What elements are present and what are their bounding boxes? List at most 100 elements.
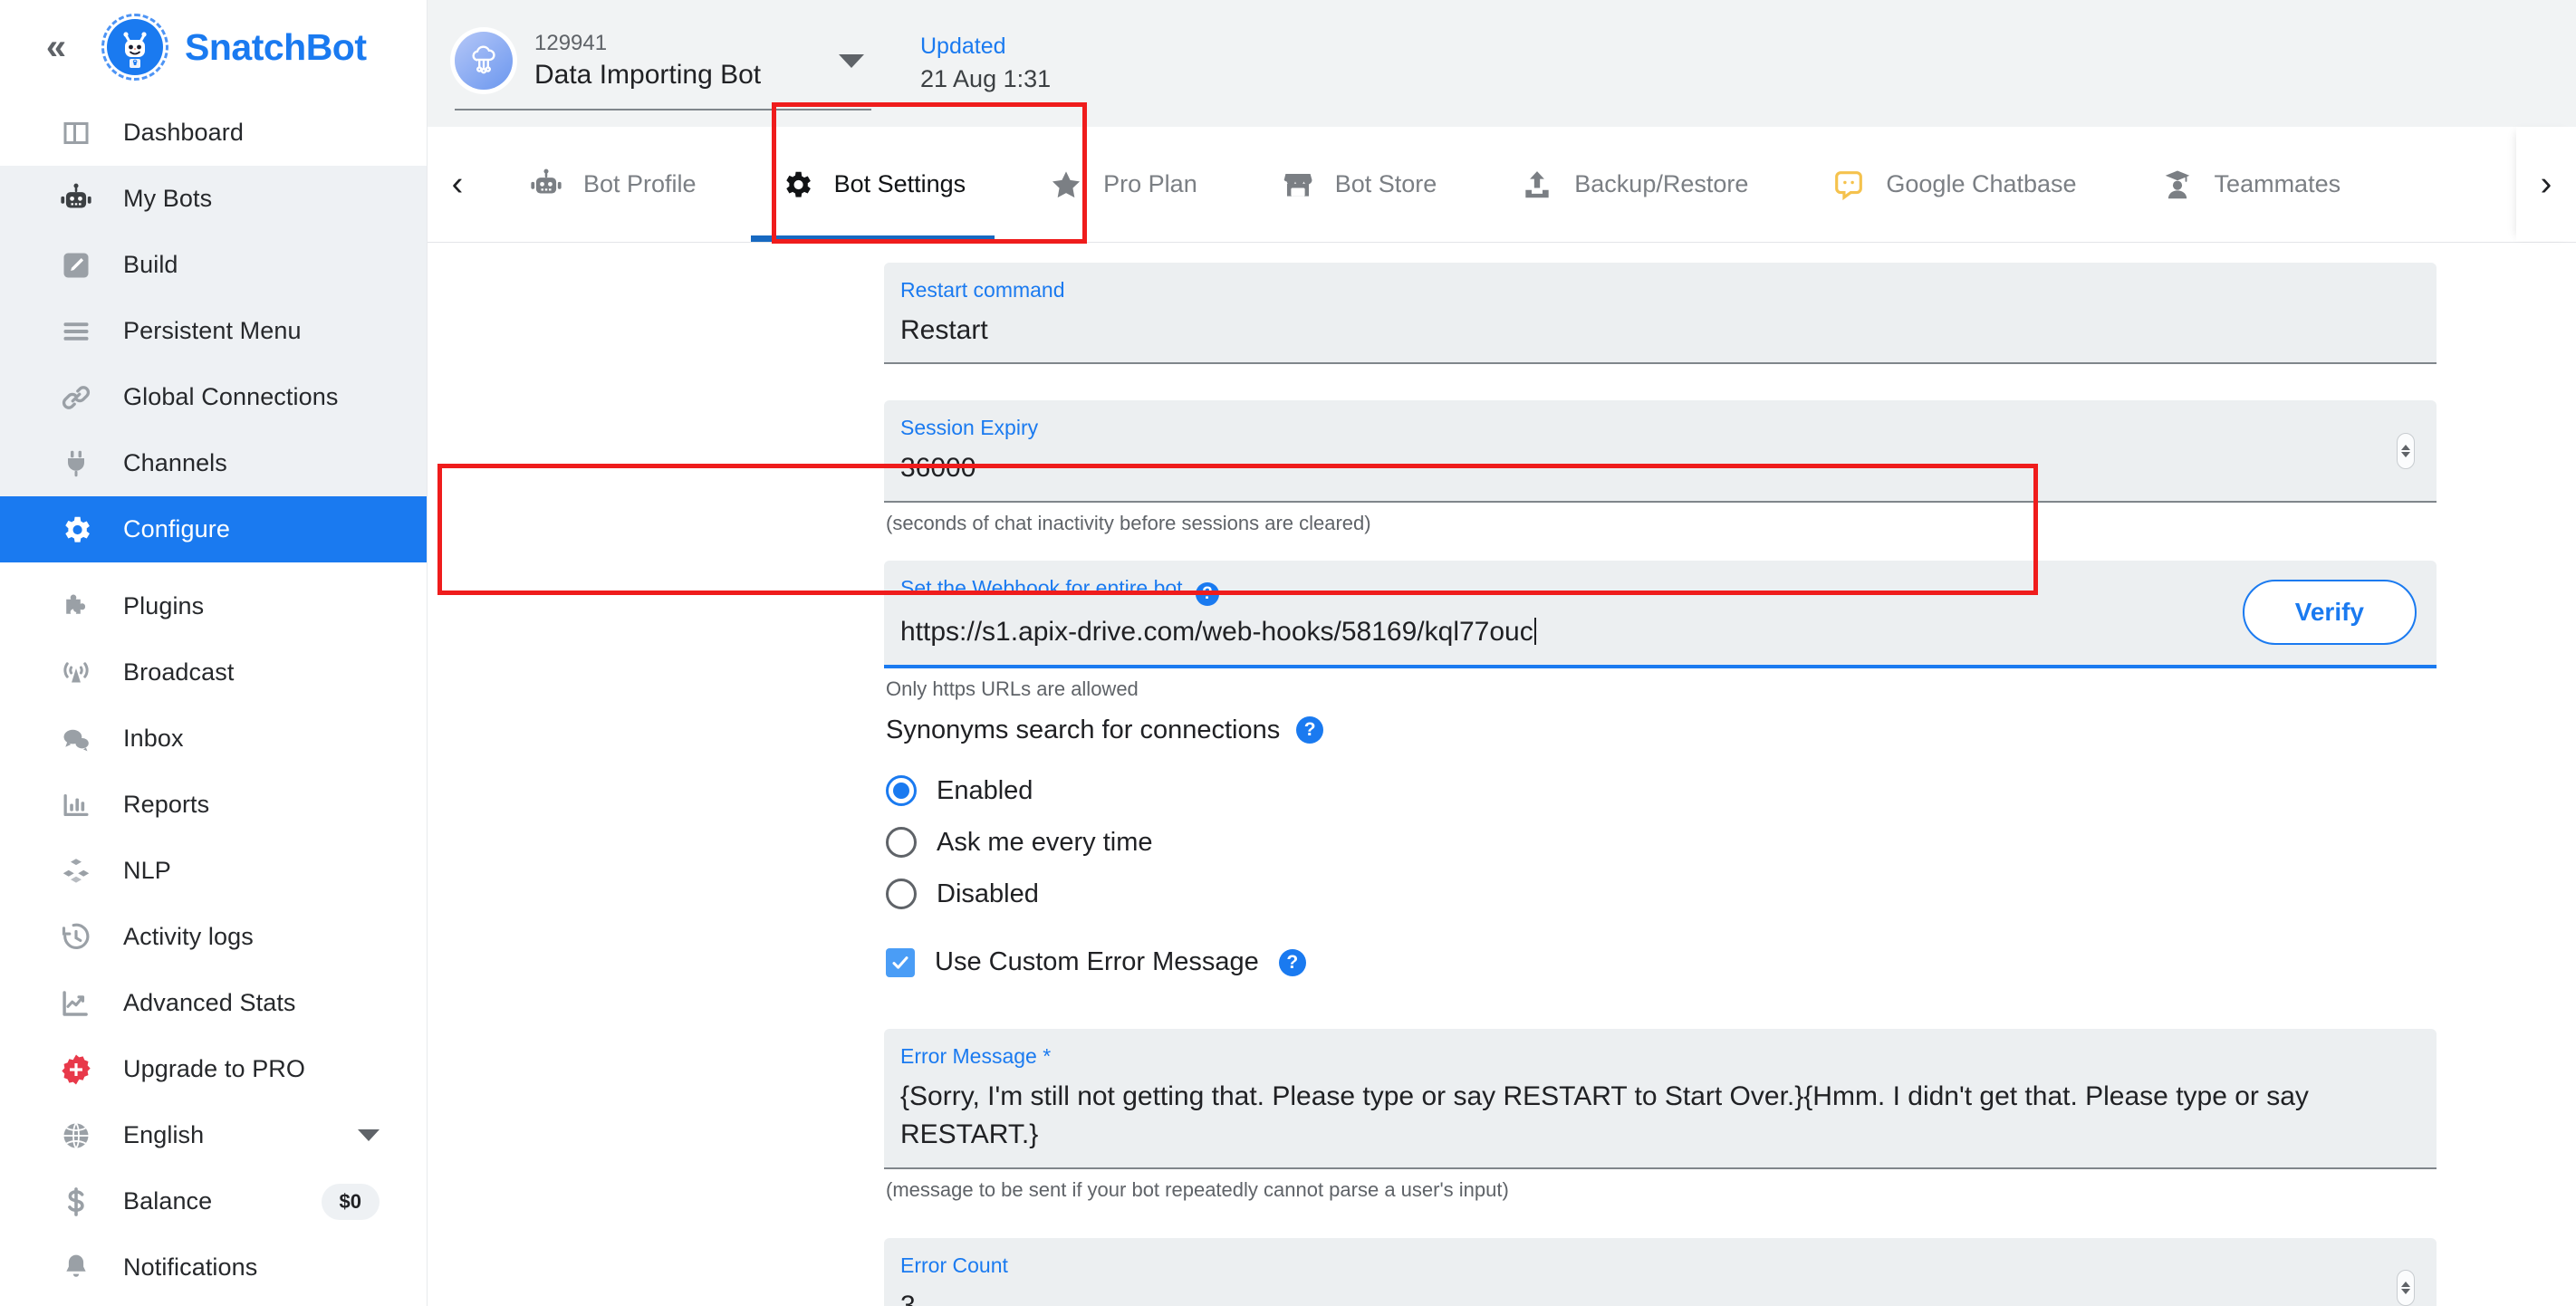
sidebar-item-global-connections[interactable]: Global Connections [0,364,427,430]
radio-indicator [886,827,917,859]
graduate-user-icon [2160,168,2195,202]
sidebar-item-nlp[interactable]: NLP [0,838,427,904]
sidebar-item-persistent-menu[interactable]: Persistent Menu [0,298,427,364]
field-label: Error Message * [900,1043,1052,1068]
sidebar-item-my-bots[interactable]: My Bots [0,166,427,232]
tab-bar: ‹ Bot Profile Bot Settings Pro Plan Bot … [428,127,2576,243]
line-chart-up-icon [56,984,96,1023]
radio-label: Disabled [937,879,1039,908]
error-count-input[interactable]: 3 [900,1280,2411,1306]
bell-icon [56,1248,96,1288]
question-mark-icon[interactable]: ? [1278,948,1306,976]
balance-badge: $0 [321,1183,380,1220]
tab-label: Teammates [2214,170,2341,197]
settings-fields: Restart command Restart Session Expiry 3… [884,263,2437,1306]
pencil-square-icon [56,245,96,285]
tab-pro-plan[interactable]: Pro Plan [1007,127,1239,242]
sidebar-label: Inbox [123,725,184,752]
bot-id: 129941 [534,31,608,56]
sidebar-item-channels[interactable]: Channels [0,430,427,496]
error-message-input[interactable]: {Sorry, I'm still not getting that. Plea… [900,1071,2411,1155]
sidebar-item-build[interactable]: Build [0,232,427,298]
sidebar-item-broadcast[interactable]: Broadcast [0,639,427,706]
error-message-field[interactable]: Error Message * {Sorry, I'm still not ge… [884,1028,2437,1169]
sidebar-item-balance[interactable]: Balance $0 [0,1168,427,1234]
chatbase-face-icon [1831,168,1866,202]
restart-command-input[interactable]: Restart [900,304,2411,351]
globe-icon [56,1116,96,1156]
tab-label: Bot Profile [583,170,697,197]
radio-ask-me-every-time[interactable]: Ask me every time [884,817,2437,869]
bot-selector[interactable]: 129941 Data Importing Bot [455,16,871,110]
upload-icon [1520,168,1554,202]
tab-bot-profile[interactable]: Bot Profile [487,127,738,242]
restart-command-field[interactable]: Restart command Restart [884,263,2437,365]
sidebar-item-reports[interactable]: Reports [0,772,427,838]
gear-icon [56,510,96,550]
sidebar-divider-space [0,562,427,573]
sidebar-label: NLP [123,857,171,884]
webhook-input[interactable]: https://s1.apix-drive.com/web-hooks/5816… [900,606,2165,652]
session-expiry-field[interactable]: Session Expiry 36000 [884,400,2437,503]
sidebar-item-plugins[interactable]: Plugins [0,573,427,639]
synonyms-title: Synonyms search for connections ? [884,701,2437,751]
tab-google-chatbase[interactable]: Google Chatbase [1790,127,2118,242]
updated-block: Updated 21 Aug 1:31 [920,31,1051,97]
sidebar-item-configure[interactable]: Configure [0,496,427,562]
sidebar-item-notifications[interactable]: Notifications [0,1234,427,1301]
session-expiry-hint: (seconds of chat inactivity before sessi… [886,511,1371,534]
checkbox-label: Use Custom Error Message [935,947,1259,977]
number-stepper-icon[interactable] [2397,432,2415,469]
dollar-sign-icon [56,1182,96,1222]
menu-lines-icon [56,312,96,351]
tab-bot-store[interactable]: Bot Store [1239,127,1479,242]
sidebar-item-advanced-stats[interactable]: Advanced Stats [0,970,427,1036]
tab-backup-restore[interactable]: Backup/Restore [1478,127,1790,242]
brand[interactable]: SnatchBot [101,14,367,81]
sidebar-collapse-icon[interactable]: « [31,22,82,72]
use-custom-error-message-checkbox[interactable]: Use Custom Error Message ? [884,933,2437,993]
sidebar-nav: Dashboard My Bots Build Persistent Menu … [0,94,427,1301]
verify-button[interactable]: Verify [2242,580,2417,646]
gear-icon [780,168,814,202]
sidebar-item-activity-logs[interactable]: Activity logs [0,904,427,970]
sidebar-label: Reports [123,791,210,818]
sidebar-item-english[interactable]: English [0,1102,427,1168]
radio-disabled[interactable]: Disabled [884,869,2437,920]
link-chain-icon [56,378,96,418]
cloud-data-icon [455,32,513,90]
sidebar-item-upgrade-to-pro[interactable]: Upgrade to PRO [0,1036,427,1102]
sidebar-label: Build [123,251,178,278]
webhook-field[interactable]: Set the Webhook for entire bot ? https:/… [884,560,2437,668]
question-mark-icon[interactable]: ? [1195,582,1219,607]
sidebar-label: My Bots [123,185,213,212]
caret-down-icon[interactable] [839,53,864,68]
sidebar: « SnatchBot Dashboard My Bots Build Pers… [0,0,428,1306]
plug-icon [56,444,96,484]
dashboard-icon [56,113,96,153]
sidebar-label: Dashboard [123,119,244,146]
tab-teammates[interactable]: Teammates [2119,127,2383,242]
bot-name: Data Importing Bot [534,60,762,91]
sidebar-item-inbox[interactable]: Inbox [0,706,427,772]
radio-enabled[interactable]: Enabled [884,765,2437,817]
chevron-left-icon[interactable]: ‹ [428,127,487,242]
puzzle-piece-icon [56,587,96,627]
updated-label: Updated [920,33,1006,59]
number-stepper-icon[interactable] [2397,1270,2415,1306]
question-mark-icon[interactable]: ? [1296,716,1324,744]
field-label: Session Expiry [900,416,1039,440]
updated-value: 21 Aug 1:31 [920,64,1052,92]
sidebar-label: Global Connections [123,383,339,410]
language-dropdown-trailing[interactable] [358,1129,380,1141]
sidebar-item-dashboard[interactable]: Dashboard [0,100,427,166]
robot-icon [529,168,563,202]
chevron-right-icon[interactable]: › [2516,127,2576,241]
sidebar-label: Upgrade to PRO [123,1055,305,1082]
error-count-field[interactable]: Error Count 3 [884,1237,2437,1306]
tab-bot-settings[interactable]: Bot Settings [738,127,1008,242]
bar-chart-icon [56,785,96,825]
app-root: « SnatchBot Dashboard My Bots Build Pers… [0,0,2576,1306]
session-expiry-input[interactable]: 36000 [900,442,2411,488]
